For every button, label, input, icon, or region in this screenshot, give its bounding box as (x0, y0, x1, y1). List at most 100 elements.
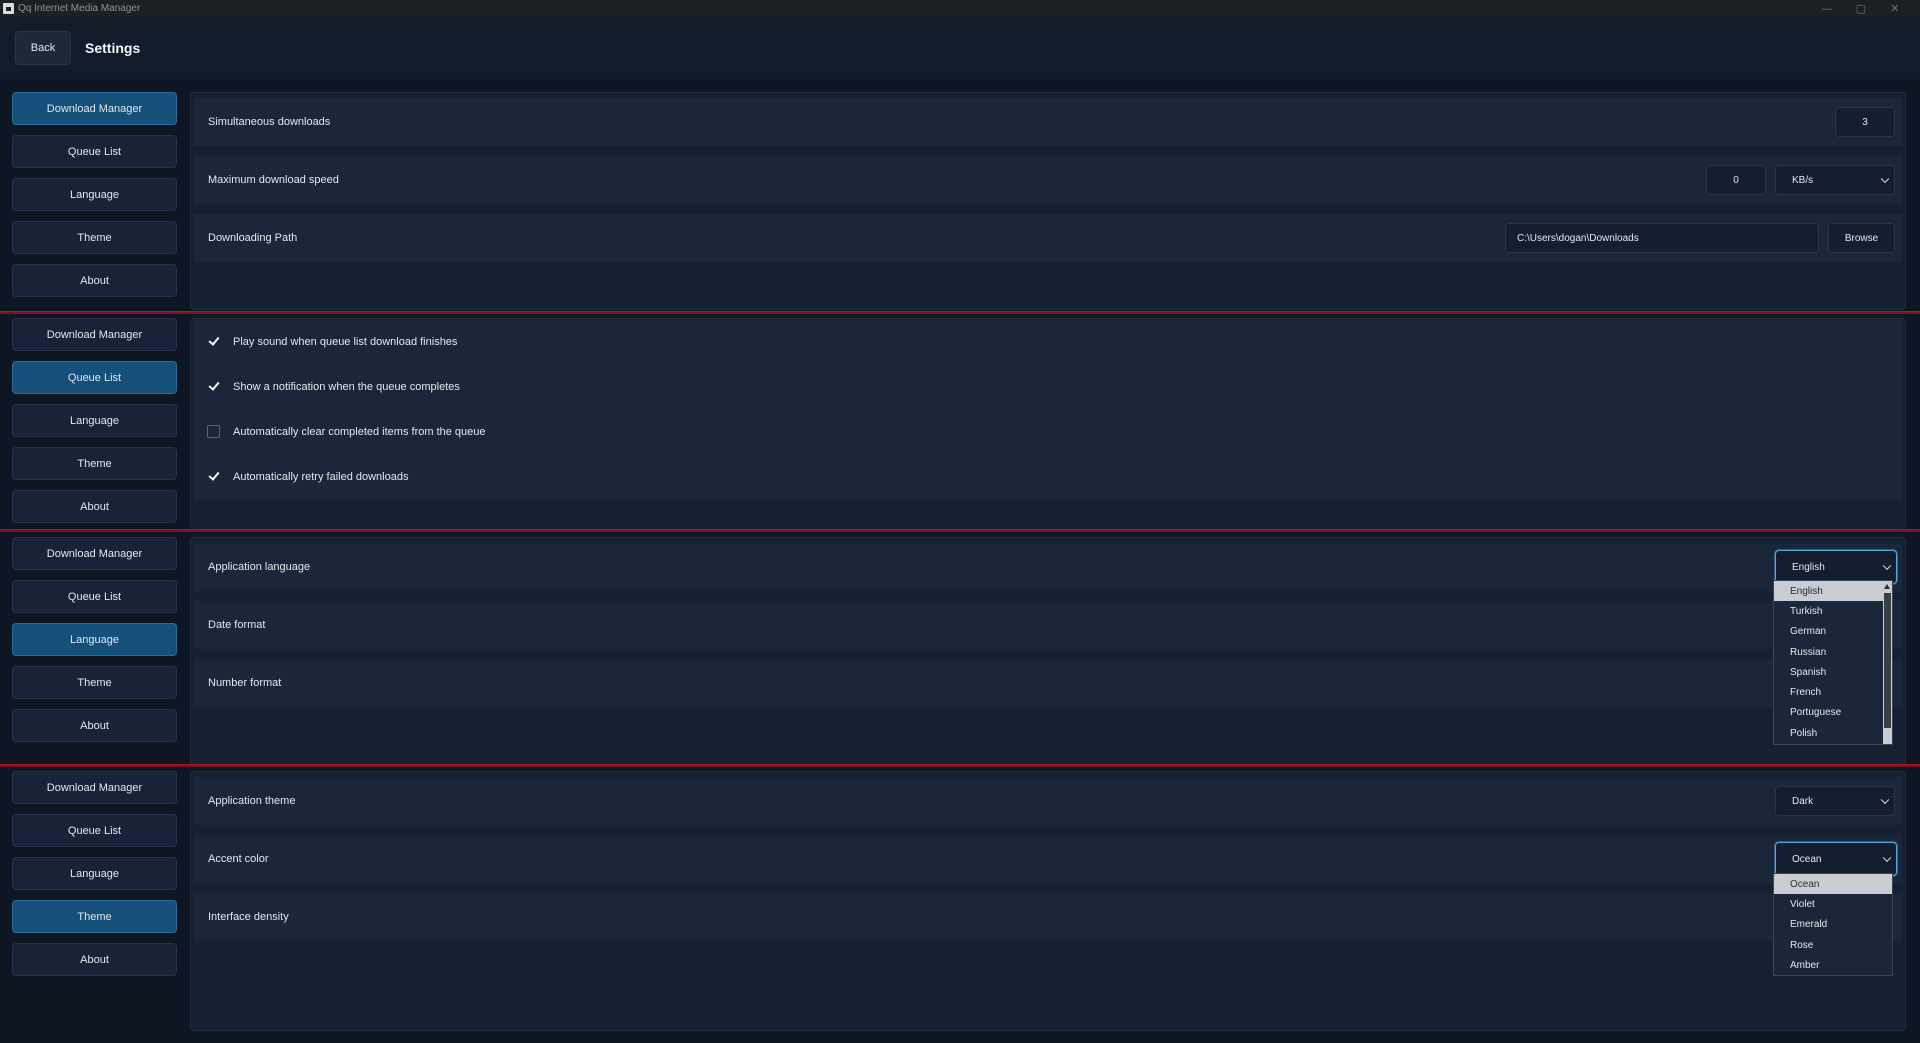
empty-checkbox[interactable] (207, 425, 220, 438)
setting-row-app-language: Application language English (194, 543, 1902, 591)
checkmark-icon[interactable] (207, 335, 220, 348)
nav-language[interactable]: Language (12, 404, 177, 437)
maximize-icon[interactable]: ▢ (1844, 2, 1878, 15)
sidebar: Download Manager Queue List Language The… (12, 92, 177, 307)
nav-queue-list[interactable]: Queue List (12, 814, 177, 847)
queue-option-auto-retry[interactable]: Automatically retry failed downloads (207, 470, 408, 483)
nav-about[interactable]: About (12, 943, 177, 976)
nav-theme[interactable]: Theme (12, 221, 177, 254)
queue-option-auto-clear[interactable]: Automatically clear completed items from… (207, 425, 486, 438)
window-controls: — ▢ ✕ (1810, 0, 1912, 17)
nav-queue-list[interactable]: Queue List (12, 361, 177, 394)
app-language-select[interactable]: English (1775, 550, 1897, 584)
simultaneous-downloads-label: Simultaneous downloads (208, 116, 331, 128)
queue-option-notification[interactable]: Show a notification when the queue compl… (207, 380, 460, 393)
dropdown-option[interactable]: Polish (1774, 723, 1892, 743)
section-separator (0, 529, 1920, 532)
chevron-down-icon (1882, 853, 1892, 863)
nav-queue-list[interactable]: Queue List (12, 135, 177, 168)
nav-theme[interactable]: Theme (12, 447, 177, 480)
app-theme-label: Application theme (208, 795, 296, 807)
nav-download-manager[interactable]: Download Manager (12, 318, 177, 351)
theme-panel: Application theme Dark Accent color Ocea… (190, 771, 1906, 1031)
checkmark-icon[interactable] (207, 380, 220, 393)
dropdown-option[interactable]: Amber (1774, 955, 1892, 975)
dropdown-scrollbar[interactable] (1883, 581, 1892, 744)
language-panel: Application language English Date format… (190, 537, 1906, 765)
max-speed-label: Maximum download speed (208, 174, 339, 186)
interface-density-label: Interface density (208, 911, 289, 923)
back-button[interactable]: Back (15, 31, 71, 65)
sidebar: Download Manager Queue List Language The… (12, 318, 177, 533)
nav-about[interactable]: About (12, 264, 177, 297)
queue-option-label: Automatically retry failed downloads (233, 470, 409, 483)
nav-language[interactable]: Language (12, 178, 177, 211)
dropdown-option[interactable]: English (1774, 581, 1883, 602)
dropdown-option[interactable]: Russian (1774, 642, 1892, 662)
dropdown-option[interactable]: German (1774, 622, 1892, 642)
section-separator (0, 764, 1920, 767)
dropdown-option[interactable]: Ocean (1774, 874, 1892, 895)
setting-row-accent: Accent color Ocean (194, 835, 1902, 883)
accent-color-label: Accent color (208, 853, 269, 865)
browse-button[interactable]: Browse (1828, 223, 1895, 253)
app-theme-value: Dark (1792, 795, 1814, 807)
chevron-down-icon (1880, 795, 1890, 805)
download-manager-panel: Simultaneous downloads 3 Maximum downloa… (190, 92, 1906, 310)
nav-download-manager[interactable]: Download Manager (12, 771, 177, 804)
section-language: Download Manager Queue List Language The… (0, 537, 1920, 765)
language-dropdown-list[interactable]: English Turkish German Russian Spanish F… (1773, 580, 1893, 745)
scrollbar-thumb[interactable] (1884, 593, 1891, 728)
scroll-up-arrow-icon[interactable] (1884, 584, 1890, 589)
window-title: Qq Internet Media Manager (18, 3, 141, 14)
simultaneous-downloads-input[interactable]: 3 (1835, 107, 1895, 137)
dropdown-option[interactable]: Spanish (1774, 662, 1892, 682)
nav-download-manager[interactable]: Download Manager (12, 537, 177, 570)
setting-row-date-format: Date format (194, 601, 1902, 649)
queue-option-label: Show a notification when the queue compl… (233, 380, 460, 393)
setting-row-app-theme: Application theme Dark (194, 777, 1902, 825)
dropdown-option[interactable]: French (1774, 682, 1892, 702)
window-titlebar: Qq Internet Media Manager — ▢ ✕ (0, 0, 1920, 17)
section-separator (0, 311, 1920, 314)
download-path-input[interactable]: C:\Users\dogan\Downloads (1505, 223, 1819, 253)
chevron-down-icon (1882, 561, 1892, 571)
nav-queue-list[interactable]: Queue List (12, 580, 177, 613)
setting-row-path: Downloading Path C:\Users\dogan\Download… (194, 214, 1902, 262)
app-language-label: Application language (208, 561, 311, 573)
nav-language[interactable]: Language (12, 623, 177, 656)
dropdown-option[interactable]: Emerald (1774, 915, 1892, 935)
queue-option-play-sound[interactable]: Play sound when queue list download fini… (207, 335, 457, 348)
setting-row-number-format: Number format (194, 659, 1902, 707)
section-download-manager: Download Manager Queue List Language The… (0, 92, 1920, 310)
dropdown-option[interactable]: Violet (1774, 894, 1892, 914)
chevron-down-icon (1880, 174, 1890, 184)
accent-dropdown-list[interactable]: Ocean Violet Emerald Rose Amber (1773, 873, 1893, 976)
nav-about[interactable]: About (12, 490, 177, 523)
nav-theme[interactable]: Theme (12, 666, 177, 699)
dropdown-option[interactable]: Rose (1774, 935, 1892, 955)
download-path-label: Downloading Path (208, 232, 298, 244)
minimize-icon[interactable]: — (1810, 3, 1844, 15)
number-format-label: Number format (208, 677, 282, 689)
sidebar: Download Manager Queue List Language The… (12, 771, 177, 986)
nav-about[interactable]: About (12, 709, 177, 742)
section-theme: Download Manager Queue List Language The… (0, 771, 1920, 1031)
checkmark-icon[interactable] (207, 470, 220, 483)
dropdown-option[interactable]: Portuguese (1774, 703, 1892, 723)
nav-language[interactable]: Language (12, 857, 177, 890)
setting-row-density: Interface density (194, 893, 1902, 941)
dropdown-option[interactable]: Turkish (1774, 601, 1892, 621)
settings-header: Back Settings (0, 17, 1920, 79)
queue-option-label: Play sound when queue list download fini… (233, 335, 458, 348)
accent-color-value: Ocean (1792, 853, 1822, 865)
nav-theme[interactable]: Theme (12, 900, 177, 933)
app-theme-select[interactable]: Dark (1775, 786, 1895, 816)
accent-color-select[interactable]: Ocean (1775, 842, 1897, 876)
close-icon[interactable]: ✕ (1878, 2, 1912, 15)
queue-option-label: Automatically clear completed items from… (233, 425, 486, 438)
speed-unit-select[interactable]: KB/s (1775, 165, 1895, 195)
max-speed-input[interactable]: 0 (1706, 165, 1766, 195)
nav-download-manager[interactable]: Download Manager (12, 92, 177, 125)
setting-row-max-speed: Maximum download speed 0 KB/s (194, 156, 1902, 204)
